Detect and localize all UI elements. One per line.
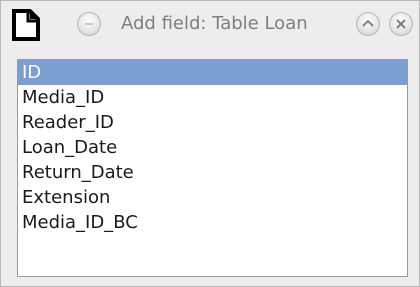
maximize-button[interactable] bbox=[356, 12, 380, 36]
minimize-button[interactable] bbox=[77, 12, 101, 36]
minimize-icon bbox=[85, 23, 93, 25]
close-button[interactable] bbox=[389, 12, 413, 36]
document-icon bbox=[12, 9, 40, 41]
field-list-item[interactable]: Loan_Date bbox=[18, 135, 407, 160]
field-list-item[interactable]: ID bbox=[18, 60, 407, 85]
close-icon bbox=[396, 19, 406, 29]
add-field-dialog: Add field: Table Loan ID Media_ID Reader… bbox=[0, 0, 420, 287]
field-list-item[interactable]: Media_ID bbox=[18, 85, 407, 110]
maximize-icon bbox=[362, 19, 374, 27]
field-list-item[interactable]: Reader_ID bbox=[18, 110, 407, 135]
field-list-item[interactable]: Return_Date bbox=[18, 160, 407, 185]
field-list-item[interactable]: Extension bbox=[18, 185, 407, 210]
title-bar[interactable]: Add field: Table Loan bbox=[1, 1, 419, 49]
field-list[interactable]: ID Media_ID Reader_ID Loan_Date Return_D… bbox=[17, 59, 408, 277]
window-title: Add field: Table Loan bbox=[121, 13, 308, 34]
field-list-item[interactable]: Media_ID_BC bbox=[18, 210, 407, 235]
